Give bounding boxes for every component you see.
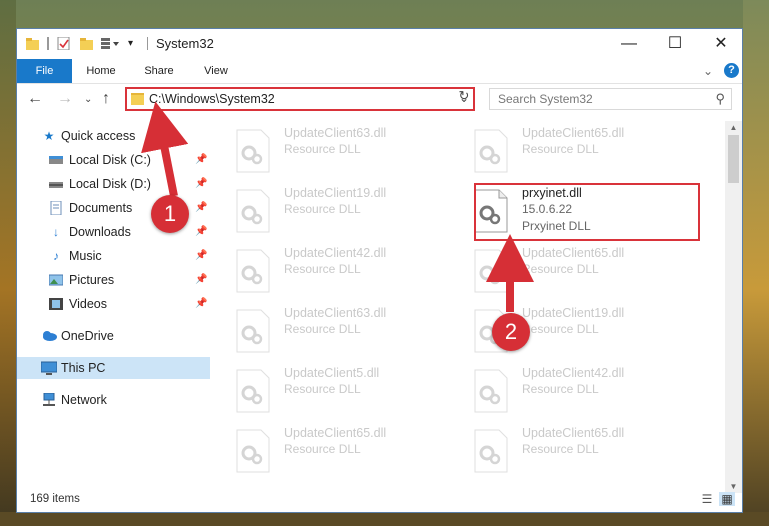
step-marker-2: 2: [492, 313, 530, 351]
arrow-to-address-bar: [141, 101, 189, 197]
annotation-arrows: [141, 101, 534, 312]
step-marker-1: 1: [151, 195, 189, 233]
